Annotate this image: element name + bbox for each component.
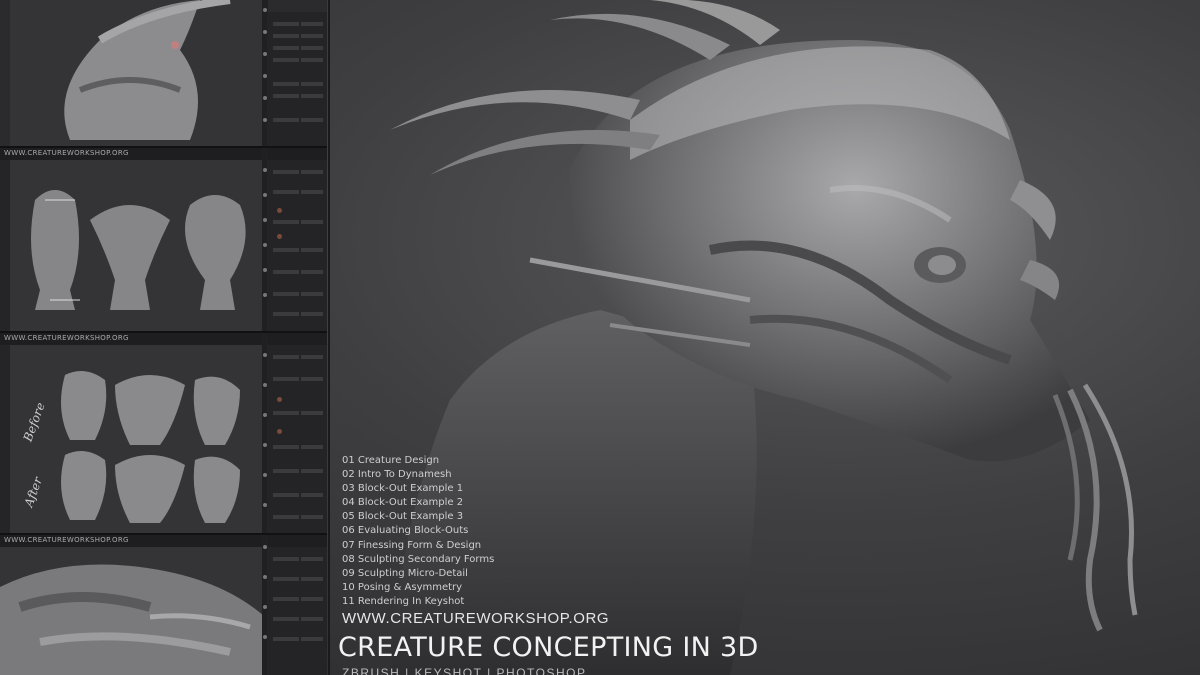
chapter-item: 11 Rendering In Keyshot: [342, 595, 465, 607]
left-tool-shelf[interactable]: [0, 345, 10, 533]
zbrush-panel-4: WWW.CREATUREWORKSHOP.ORG: [0, 535, 327, 675]
chapter-item: 08 Sculpting Secondary Forms: [342, 553, 495, 565]
chapter-item: 01 Creature Design: [342, 455, 440, 466]
chapter-item: 06 Evaluating Block-Outs: [342, 525, 469, 537]
chapter-item: 10 Posing & Asymmetry: [342, 581, 463, 593]
course-title: CREATURE CONCEPTING IN 3D: [338, 632, 759, 663]
chapter-item: 09 Sculpting Micro-Detail: [342, 567, 468, 579]
zbrush-panel-1: [0, 0, 327, 148]
tool-palette[interactable]: [267, 160, 327, 331]
panel-url: WWW.CREATUREWORKSHOP.ORG: [4, 536, 129, 544]
zbrush-viewport: [0, 547, 265, 675]
three-blockout-heads: [31, 190, 246, 310]
panel-divider: [328, 0, 330, 675]
sculpt-head-sideview: [64, 0, 231, 140]
zbrush-viewport: Before After: [10, 345, 265, 533]
panel-url: WWW.CREATUREWORKSHOP.ORG: [4, 334, 129, 342]
left-tool-shelf[interactable]: [0, 160, 10, 331]
sculpt-closeup-detail: [0, 564, 265, 675]
zbrush-panel-3: WWW.CREATUREWORKSHOP.ORG Before After: [0, 333, 327, 535]
chapter-item: 05 Block-Out Example 3: [342, 511, 464, 523]
zbrush-viewport: [10, 0, 265, 146]
tool-palette[interactable]: [267, 12, 327, 146]
tool-palette[interactable]: [267, 345, 327, 533]
chapter-list: 01 Creature Design 02 Intro To Dynamesh …: [342, 454, 494, 609]
zbrush-panel-2: WWW.CREATUREWORKSHOP.ORG: [0, 148, 327, 333]
before-after-heads: [61, 371, 240, 523]
zbrush-viewport: [10, 160, 265, 331]
panel-url: WWW.CREATUREWORKSHOP.ORG: [4, 149, 129, 157]
tool-palette[interactable]: [267, 547, 327, 675]
chapter-item: 03 Block-Out Example 1: [342, 483, 464, 495]
promo-image: WWW.CREATUREWORKSHOP.ORG WWW.CREATUREWOR…: [0, 0, 1200, 675]
site-url: WWW.CREATUREWORKSHOP.ORG: [342, 610, 610, 627]
chapter-item: 02 Intro To Dynamesh: [342, 469, 452, 481]
chapter-item: 07 Finessing Form & Design: [342, 539, 482, 551]
tools-line: ZBRUSH | KEYSHOT | PHOTOSHOP: [342, 666, 587, 675]
chapter-item: 04 Block-Out Example 2: [342, 497, 464, 509]
